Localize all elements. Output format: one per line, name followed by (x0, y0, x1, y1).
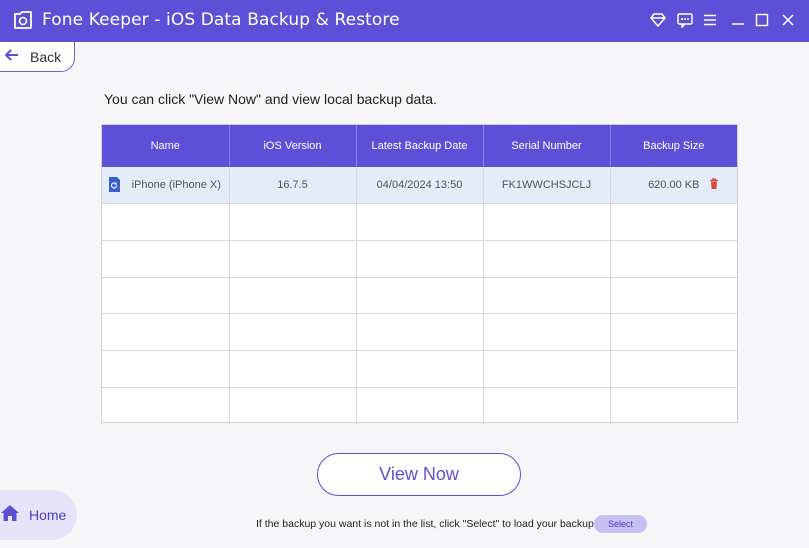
footer-hint: If the backup you want is not in the lis… (256, 518, 597, 530)
app-logo-icon (12, 9, 34, 31)
table-row (102, 277, 737, 315)
column-header-name[interactable]: Name (102, 125, 230, 167)
menu-icon[interactable] (700, 10, 720, 30)
select-button[interactable]: Select (594, 515, 647, 533)
back-button[interactable]: Back (0, 42, 75, 72)
cell-name: iPhone (iPhone X) (102, 167, 230, 205)
table-row[interactable]: iPhone (iPhone X) 16.7.5 04/04/2024 13:5… (102, 167, 737, 205)
feedback-icon[interactable] (675, 10, 695, 30)
minimize-icon[interactable] (728, 10, 748, 30)
diamond-icon[interactable] (648, 10, 668, 30)
title-bar: Fone Keeper - iOS Data Backup & Restore (0, 0, 809, 42)
backup-size: 620.00 KB (648, 179, 700, 192)
backup-table: Name iOS Version Latest Backup Date Seri… (101, 124, 738, 424)
column-header-ios-version[interactable]: iOS Version (229, 125, 357, 167)
backup-file-icon (108, 176, 121, 196)
view-now-button[interactable]: View Now (317, 453, 521, 496)
table-row (102, 203, 737, 241)
cell-backup-date: 04/04/2024 13:50 (356, 167, 484, 205)
table-row (102, 313, 737, 351)
table-row (102, 240, 737, 278)
maximize-icon[interactable] (752, 10, 772, 30)
cell-ios-version: 16.7.5 (229, 167, 357, 205)
app-title: Fone Keeper - iOS Data Backup & Restore (42, 10, 400, 30)
hint-text: You can click "View Now" and view local … (104, 91, 437, 107)
cell-backup-size: 620.00 KB (610, 167, 737, 205)
back-arrow-icon (5, 48, 19, 66)
cell-serial-number: FK1WWCHSJCLJ (483, 167, 611, 205)
trash-icon[interactable] (709, 178, 719, 193)
column-header-serial-number[interactable]: Serial Number (483, 125, 611, 167)
table-row (102, 387, 737, 424)
device-name: iPhone (iPhone X) (131, 179, 221, 192)
table-header-row: Name iOS Version Latest Backup Date Seri… (102, 125, 737, 167)
home-button[interactable]: Home (0, 490, 77, 540)
column-header-backup-size[interactable]: Backup Size (610, 125, 737, 167)
home-icon (0, 504, 20, 527)
close-icon[interactable] (778, 10, 798, 30)
table-row (102, 350, 737, 388)
back-label: Back (30, 48, 62, 65)
column-header-latest-backup-date[interactable]: Latest Backup Date (356, 125, 484, 167)
home-label: Home (29, 507, 67, 523)
